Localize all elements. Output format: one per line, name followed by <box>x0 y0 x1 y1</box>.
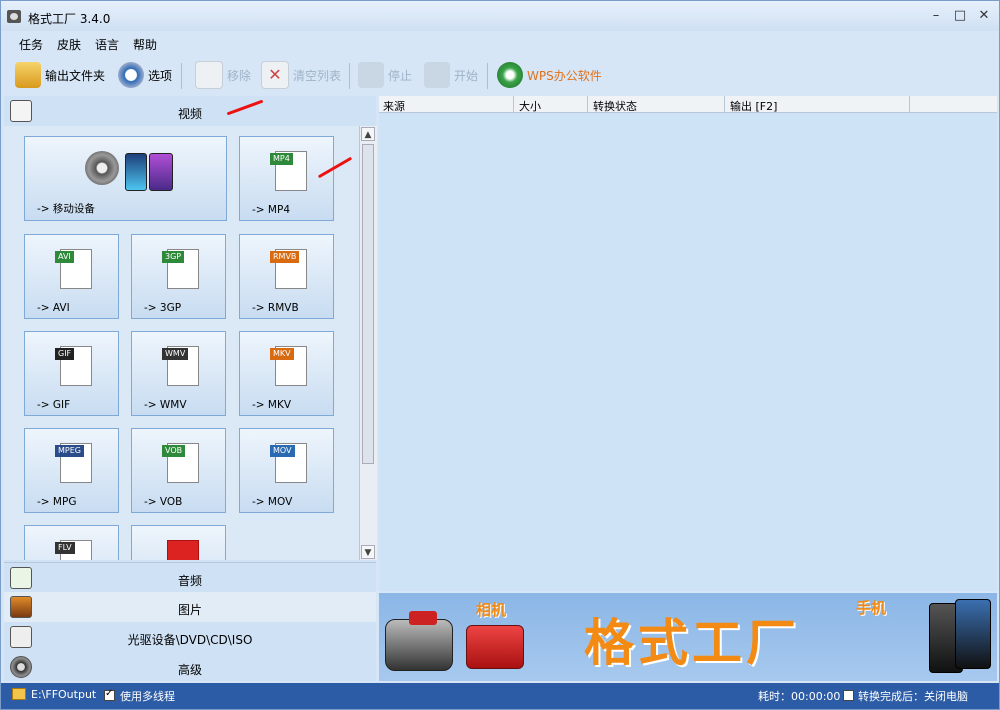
wmv-tag: WMV <box>162 348 189 360</box>
start-icon <box>424 62 450 88</box>
format-mpg[interactable]: MPEG -> MPG <box>24 428 119 513</box>
folder-icon[interactable] <box>12 688 26 700</box>
flv-tag: FLV <box>55 542 75 554</box>
format-wmv[interactable]: WMV -> WMV <box>131 331 226 416</box>
menu-help[interactable]: 帮助 <box>133 36 157 53</box>
avi-tag: AVI <box>55 251 74 263</box>
col-source[interactable]: 来源 <box>383 98 405 114</box>
close-icon[interactable]: ✕ <box>973 7 995 25</box>
toolbar-separator <box>487 63 488 89</box>
phone-icon <box>955 599 991 669</box>
gear-icon <box>118 62 144 88</box>
format-avi[interactable]: AVI -> AVI <box>24 234 119 319</box>
brand-logo-text: 格式工厂 <box>584 614 800 672</box>
output-folder-button[interactable]: 输出文件夹 <box>15 61 105 89</box>
camera-label: 相机 <box>476 601 507 619</box>
format-vob[interactable]: VOB -> VOB <box>131 428 226 513</box>
stop-button[interactable]: 停止 <box>358 61 412 89</box>
shutdown-after-checkbox[interactable] <box>843 690 854 701</box>
scroll-down-icon[interactable]: ▼ <box>361 545 375 559</box>
status-bar: E:\FFOutput 使用多线程 耗时：00:00:00 转换完成后：关闭电脑 <box>1 683 999 709</box>
toolbar-separator <box>349 63 350 89</box>
window-title: 格式工厂 3.4.0 <box>28 12 111 26</box>
clear-icon: ✕ <box>261 61 289 89</box>
rmvb-tag: RMVB <box>270 251 300 263</box>
category-video[interactable]: 视频 <box>4 96 376 126</box>
menu-language[interactable]: 语言 <box>95 36 119 53</box>
col-status[interactable]: 转换状态 <box>593 98 637 114</box>
minimize-icon[interactable]: – <box>925 7 947 25</box>
format-rmvb[interactable]: RMVB -> RMVB <box>239 234 334 319</box>
category-rom-device[interactable]: 光驱设备\DVD\CD\ISO <box>4 622 376 652</box>
clear-list-button[interactable]: ✕ 清空列表 <box>261 61 341 89</box>
vob-tag: VOB <box>162 445 186 457</box>
wps-button[interactable]: WPS办公软件 <box>497 61 602 89</box>
remove-button[interactable]: 移除 <box>195 61 251 89</box>
camcorder-icon <box>385 619 453 671</box>
shutdown-after-label: 转换完成后：关闭电脑 <box>858 690 968 703</box>
folder-icon <box>15 62 41 88</box>
toolbar: 输出文件夹 选项 移除 ✕ 清空列表 停止 开始 WPS办公软件 <box>1 55 999 93</box>
flash-file-icon <box>167 540 199 560</box>
elapsed-time: 耗时：00:00:00 <box>758 690 841 703</box>
stop-icon <box>358 62 384 88</box>
title-bar: 格式工厂 3.4.0 – □ ✕ <box>1 1 999 31</box>
start-button[interactable]: 开始 <box>424 61 478 89</box>
menu-bar: 任务 皮肤 语言 帮助 <box>1 33 999 53</box>
app-icon <box>7 10 21 23</box>
app-window: 格式工厂 3.4.0 – □ ✕ 任务 皮肤 语言 帮助 输出文件夹 选项 移除… <box>0 0 1000 710</box>
column-divider <box>724 96 725 112</box>
column-divider <box>513 96 514 112</box>
format-scrollbar[interactable]: ▲ ▼ <box>359 126 377 560</box>
mov-tag: MOV <box>270 445 295 457</box>
format-gif[interactable]: GIF -> GIF <box>24 331 119 416</box>
menu-task[interactable]: 任务 <box>19 36 43 53</box>
col-size[interactable]: 大小 <box>519 98 541 114</box>
scroll-up-icon[interactable]: ▲ <box>361 127 375 141</box>
category-advanced[interactable]: 高级 <box>4 652 376 682</box>
column-divider <box>587 96 588 112</box>
format-mov[interactable]: MOV -> MOV <box>239 428 334 513</box>
phone-label: 手机 <box>856 599 887 617</box>
wps-icon <box>497 62 523 88</box>
format-flv[interactable]: FLV <box>24 525 119 560</box>
column-divider <box>909 96 910 112</box>
film-reel-icon <box>85 151 119 185</box>
mkv-tag: MKV <box>270 348 294 360</box>
multithread-checkbox[interactable] <box>104 688 115 701</box>
phone-icon <box>149 153 173 191</box>
format-mobile-device[interactable]: -> 移动设备 <box>24 136 227 221</box>
gif-tag: GIF <box>55 348 75 360</box>
mpeg-tag: MPEG <box>55 445 84 457</box>
phone-icon <box>125 153 147 191</box>
category-panel: 视频 -> 移动设备 MP4 -> MP4 AVI -> AVI 3GP -> … <box>4 96 377 682</box>
task-list[interactable]: 来源 大小 转换状态 输出 [F2] <box>379 96 997 591</box>
options-button[interactable]: 选项 <box>118 61 172 89</box>
format-swf[interactable] <box>131 525 226 560</box>
output-path[interactable]: E:\FFOutput <box>31 688 96 701</box>
col-output[interactable]: 输出 [F2] <box>730 98 777 114</box>
multithread-label: 使用多线程 <box>120 690 175 703</box>
category-image[interactable]: 图片 <box>4 592 376 622</box>
promo-banner: 相机 格式工厂 手机 <box>379 593 997 681</box>
camera-icon <box>466 625 524 669</box>
format-mp4[interactable]: MP4 -> MP4 <box>239 136 334 221</box>
menu-skin[interactable]: 皮肤 <box>57 36 81 53</box>
category-audio[interactable]: 音频 <box>4 562 376 593</box>
mp4-tag: MP4 <box>270 153 293 165</box>
task-list-header: 来源 大小 转换状态 输出 [F2] <box>379 96 997 113</box>
3gp-tag: 3GP <box>162 251 185 263</box>
remove-icon <box>195 61 223 89</box>
format-mkv[interactable]: MKV -> MKV <box>239 331 334 416</box>
format-grid: -> 移动设备 MP4 -> MP4 AVI -> AVI 3GP -> 3GP… <box>4 126 359 560</box>
maximize-icon[interactable]: □ <box>949 7 971 25</box>
camcorder-lens-icon <box>409 611 437 625</box>
format-3gp[interactable]: 3GP -> 3GP <box>131 234 226 319</box>
scroll-thumb[interactable] <box>362 144 374 464</box>
toolbar-separator <box>181 63 182 89</box>
